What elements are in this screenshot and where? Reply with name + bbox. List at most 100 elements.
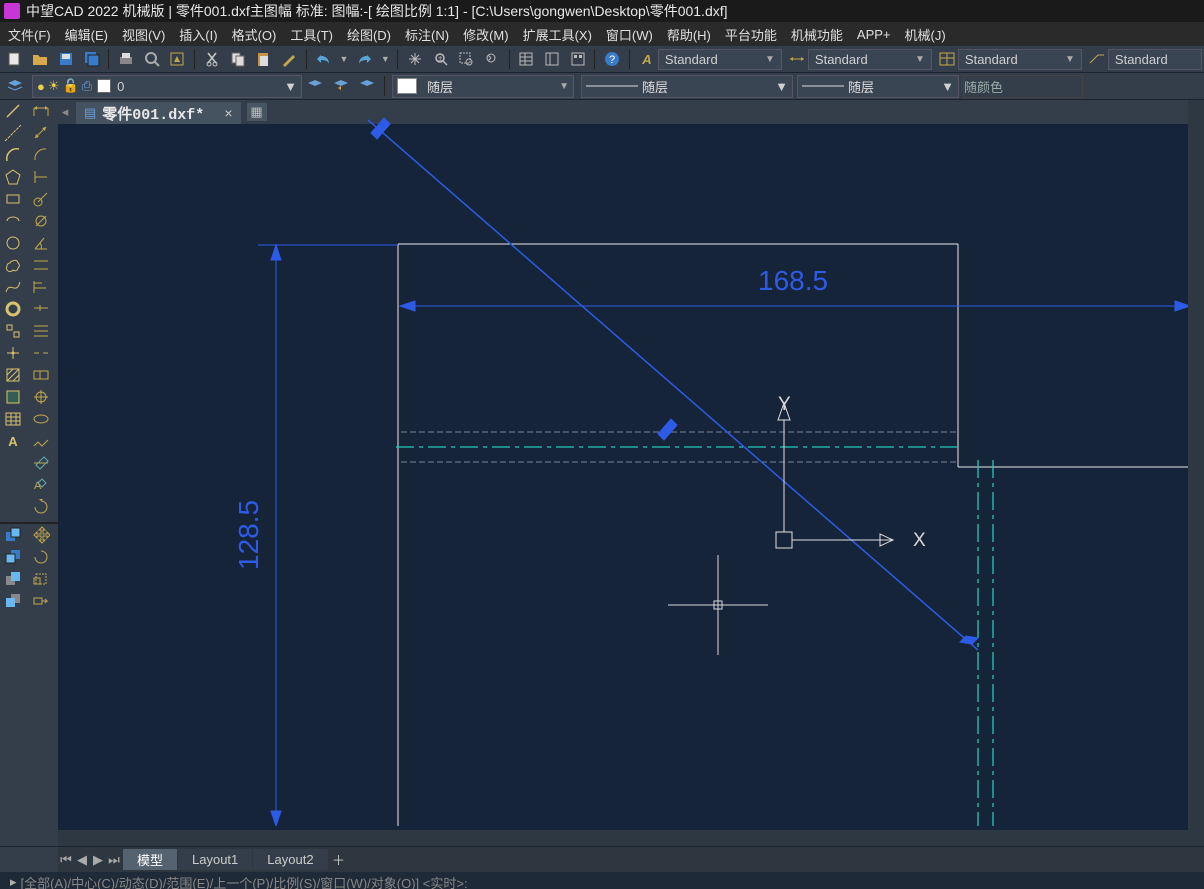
menu-app-plus[interactable]: APP+ xyxy=(857,27,891,42)
zoom-prev-button[interactable] xyxy=(481,48,503,70)
dim-space-button[interactable] xyxy=(28,320,54,342)
layer-state-button[interactable] xyxy=(304,75,326,97)
centermark-button[interactable] xyxy=(28,386,54,408)
layout-prev-button[interactable]: ◀ xyxy=(74,849,90,870)
point-button[interactable] xyxy=(0,342,26,364)
layout-tab-layout2[interactable]: Layout2 xyxy=(253,849,327,870)
region-button[interactable] xyxy=(0,386,26,408)
arc-button[interactable] xyxy=(0,144,26,166)
dim-style-dropdown[interactable]: Standard▼ xyxy=(786,49,932,70)
menu-view[interactable]: 视图(V) xyxy=(122,25,165,44)
color-dropdown[interactable]: 随层 ▼ xyxy=(392,75,574,98)
menu-insert[interactable]: 插入(I) xyxy=(179,25,217,44)
undo-dropdown[interactable]: ▼ xyxy=(338,48,350,70)
bring-front-button[interactable] xyxy=(0,524,26,546)
new-button[interactable] xyxy=(4,48,26,70)
cut-button[interactable] xyxy=(201,48,223,70)
circle-button[interactable] xyxy=(0,232,26,254)
saveall-button[interactable] xyxy=(81,48,103,70)
text-style-dropdown[interactable]: A Standard▼ xyxy=(636,49,782,70)
publish-button[interactable] xyxy=(167,48,189,70)
layout-next-button[interactable]: ▶ xyxy=(90,849,106,870)
dim-qdim-button[interactable] xyxy=(28,254,54,276)
drawing-canvas[interactable]: ◂ ▤ 零件001.dxf* × ▦ xyxy=(58,100,1204,846)
rotate-button[interactable] xyxy=(28,546,54,568)
menu-mech-func[interactable]: 机械功能 xyxy=(791,25,843,44)
lineweight-dropdown[interactable]: 随层 ▼ xyxy=(797,75,959,98)
layer-manager-button[interactable] xyxy=(4,75,26,97)
line-button[interactable] xyxy=(0,100,26,122)
ellipse-arc-button[interactable] xyxy=(0,210,26,232)
xline-button[interactable] xyxy=(0,122,26,144)
dimtedit-button[interactable]: A xyxy=(28,474,54,496)
layer-iso-button[interactable] xyxy=(356,75,378,97)
layer-dropdown[interactable]: ● ☀ 🔓 ⎙ 0 ▼ xyxy=(32,75,302,98)
copy-button[interactable] xyxy=(227,48,249,70)
scale-button[interactable] xyxy=(28,568,54,590)
tool-palette-button[interactable] xyxy=(567,48,589,70)
table-button[interactable] xyxy=(0,408,26,430)
dim-baseline-button[interactable] xyxy=(28,276,54,298)
dim-break-button[interactable] xyxy=(28,342,54,364)
block-button[interactable] xyxy=(0,320,26,342)
paste-button[interactable] xyxy=(252,48,274,70)
open-button[interactable] xyxy=(30,48,52,70)
pan-button[interactable] xyxy=(404,48,426,70)
dim-jogged-button[interactable] xyxy=(28,430,54,452)
menu-format[interactable]: 格式(O) xyxy=(232,25,277,44)
donut-button[interactable] xyxy=(0,298,26,320)
dim-continue-button[interactable] xyxy=(28,298,54,320)
layout-add-button[interactable]: ＋ xyxy=(328,850,350,869)
dim-aligned-button[interactable] xyxy=(28,122,54,144)
command-line[interactable]: ▸ [全部(A)/中心(C)/动态(D)/范围(E)/上一个(P)/比例(S)/… xyxy=(0,872,1204,889)
menu-modify[interactable]: 修改(M) xyxy=(463,25,509,44)
menu-file[interactable]: 文件(F) xyxy=(8,25,51,44)
dim-arclength-button[interactable] xyxy=(28,144,54,166)
print-button[interactable] xyxy=(115,48,137,70)
menu-dimension[interactable]: 标注(N) xyxy=(405,25,449,44)
linetype-dropdown[interactable]: 随层 ▼ xyxy=(581,75,793,98)
bring-above-button[interactable] xyxy=(0,568,26,590)
menu-platform[interactable]: 平台功能 xyxy=(725,25,777,44)
send-back-button[interactable] xyxy=(0,546,26,568)
mtext-button[interactable]: A xyxy=(0,430,26,452)
design-center-button[interactable] xyxy=(541,48,563,70)
scrollbar-horizontal[interactable] xyxy=(58,830,1188,846)
scrollbar-vertical[interactable] xyxy=(1188,100,1204,830)
layout-first-button[interactable]: ⏮ xyxy=(58,849,74,870)
revcloud-button[interactable] xyxy=(0,254,26,276)
preview-button[interactable] xyxy=(141,48,163,70)
layout-tab-model[interactable]: 模型 xyxy=(123,849,177,870)
dim-linear-button[interactable] xyxy=(28,100,54,122)
dim-diameter-button[interactable] xyxy=(28,210,54,232)
layout-last-button[interactable]: ⏭ xyxy=(106,849,122,870)
dim-ordinate-button[interactable] xyxy=(28,166,54,188)
redo-button[interactable] xyxy=(354,48,376,70)
properties-button[interactable] xyxy=(516,48,538,70)
menu-window[interactable]: 窗口(W) xyxy=(606,25,653,44)
zoom-rt-button[interactable]: ± xyxy=(430,48,452,70)
rectangle-button[interactable] xyxy=(0,188,26,210)
move-button[interactable] xyxy=(28,524,54,546)
layer-prev-button[interactable] xyxy=(330,75,352,97)
dim-angular-button[interactable] xyxy=(28,232,54,254)
undo-button[interactable] xyxy=(312,48,334,70)
polygon-button[interactable] xyxy=(0,166,26,188)
menu-help[interactable]: 帮助(H) xyxy=(667,25,711,44)
layout-tab-layout1[interactable]: Layout1 xyxy=(178,849,252,870)
zoom-window-button[interactable] xyxy=(455,48,477,70)
tolerance-button[interactable] xyxy=(28,364,54,386)
redo-dropdown[interactable]: ▼ xyxy=(379,48,391,70)
plotstyle-dropdown[interactable]: 随颜色 xyxy=(963,75,1083,98)
spline-button[interactable] xyxy=(0,276,26,298)
dim-radius-button[interactable] xyxy=(28,188,54,210)
mleader-style-dropdown[interactable]: Standard xyxy=(1086,49,1202,70)
matchprop-button[interactable] xyxy=(278,48,300,70)
menu-edit[interactable]: 编辑(E) xyxy=(65,25,108,44)
menu-tools[interactable]: 工具(T) xyxy=(290,25,333,44)
help-button[interactable]: ? xyxy=(601,48,623,70)
menu-mech[interactable]: 机械(J) xyxy=(905,25,946,44)
dim-inspect-button[interactable] xyxy=(28,408,54,430)
save-button[interactable] xyxy=(55,48,77,70)
hatch-button[interactable] xyxy=(0,364,26,386)
